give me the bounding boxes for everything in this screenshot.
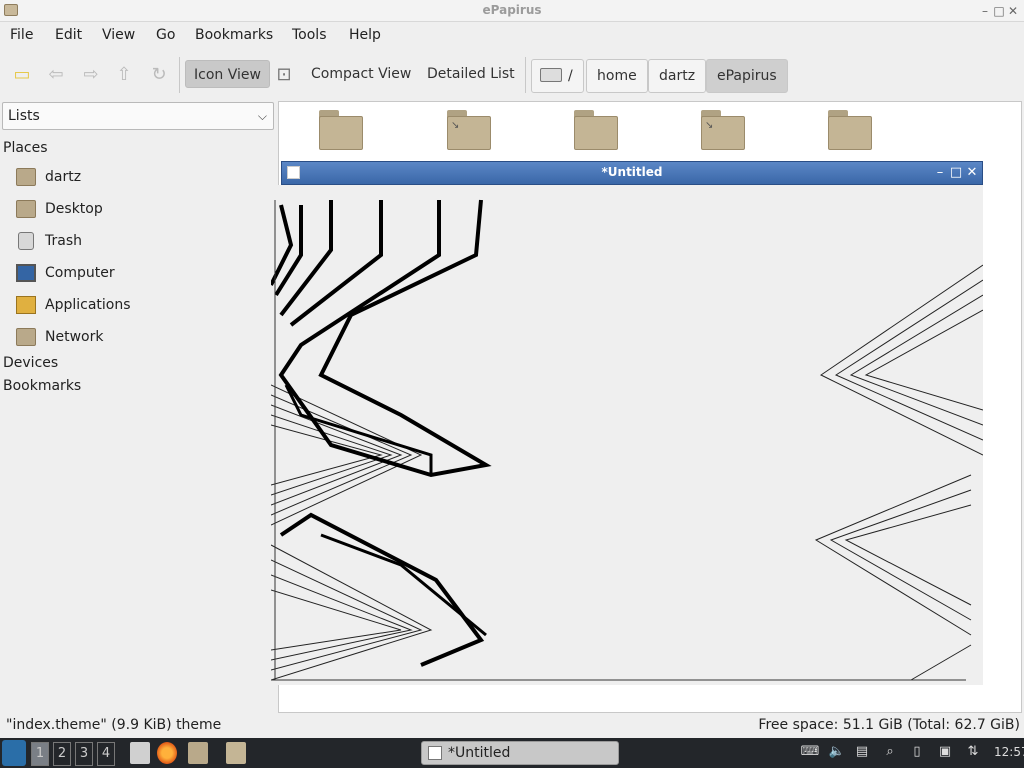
file-manager-icon[interactable] [188, 742, 208, 764]
folder-body [574, 116, 618, 150]
system-monitor-icon[interactable]: ▤ [852, 744, 872, 762]
folder-body [319, 116, 363, 150]
icon-view-button[interactable]: Icon View [185, 60, 270, 88]
untitled-window-titlebar[interactable]: *Untitled – □ ✕ [281, 161, 983, 185]
sidebar-item-label: dartz [45, 169, 82, 185]
devices-heading[interactable]: Devices [3, 355, 58, 371]
back-icon[interactable]: ⇦ [44, 64, 68, 86]
sidebar-item-label: Trash [45, 233, 82, 249]
detailed-list-button[interactable]: Detailed List [419, 60, 523, 88]
menubar: File Edit View Go Bookmarks Tools Help [0, 22, 1024, 50]
folder-link-icon[interactable]: ↘ [447, 110, 491, 150]
folder-icon[interactable] [319, 110, 363, 150]
folder-body: ↘ [701, 116, 745, 150]
menu-edit[interactable]: Edit [55, 27, 82, 43]
sidebar-select-value: Lists [8, 108, 40, 124]
home-folder-icon [16, 168, 36, 186]
workspace-3[interactable]: 3 [75, 742, 93, 766]
menu-go[interactable]: Go [156, 27, 175, 43]
firefox-icon[interactable] [157, 742, 177, 764]
sidebar-view-select[interactable]: Lists ⌵ [2, 102, 274, 130]
trash-icon [18, 232, 34, 250]
untitled-minimize-button[interactable]: – [932, 163, 948, 183]
bookmarks-heading[interactable]: Bookmarks [3, 378, 81, 394]
toolbar-separator [179, 57, 180, 93]
display-icon[interactable]: ▣ [935, 744, 955, 762]
folder-icon[interactable] [828, 110, 872, 150]
menu-bookmarks[interactable]: Bookmarks [195, 27, 273, 43]
workspace-2[interactable]: 2 [53, 742, 71, 766]
path-root-label: / [568, 68, 573, 84]
path-epapirus-button[interactable]: ePapirus [706, 59, 788, 93]
applications-icon [16, 296, 36, 314]
task-label: *Untitled [448, 745, 511, 761]
sidebar-item-label: Computer [45, 265, 115, 281]
clock: 12:57 [994, 745, 1024, 759]
menu-tools[interactable]: Tools [292, 27, 327, 43]
sidebar-item-desktop[interactable]: Desktop [16, 196, 266, 222]
path-home-button[interactable]: home [586, 59, 648, 93]
sidebar-item-network[interactable]: Network [16, 324, 266, 350]
sidebar-item-computer[interactable]: Computer [16, 260, 266, 286]
untitled-maximize-button[interactable]: □ [948, 163, 964, 183]
keyboard-icon[interactable]: ⌨ [800, 744, 820, 762]
desktop-folder-icon [16, 200, 36, 218]
sidebar-item-label: Network [45, 329, 104, 345]
sidebar-item-dartz[interactable]: dartz [16, 164, 266, 190]
compact-view-icon[interactable]: ⊡ [272, 64, 296, 86]
folder-icon[interactable] [574, 110, 618, 150]
network-folder-icon [16, 328, 36, 346]
close-button[interactable]: ✕ [1004, 2, 1022, 20]
up-icon[interactable]: ⇧ [112, 64, 136, 86]
computer-icon [16, 264, 36, 282]
terminal-icon[interactable] [130, 742, 150, 764]
workspace-1[interactable]: 1 [31, 742, 49, 766]
menu-file[interactable]: File [10, 27, 33, 43]
drive-icon [540, 68, 562, 82]
path-dartz-button[interactable]: dartz [648, 59, 707, 93]
forward-icon[interactable]: ⇨ [79, 64, 103, 86]
menu-help[interactable]: Help [349, 27, 381, 43]
chevron-down-icon: ⌵ [257, 109, 267, 123]
places-heading[interactable]: Places [3, 140, 48, 156]
untitled-close-button[interactable]: ✕ [964, 163, 980, 183]
reload-icon[interactable]: ↻ [147, 64, 171, 86]
folder-link-icon[interactable]: ↘ [701, 110, 745, 150]
status-selection-info: "index.theme" (9.9 KiB) theme [6, 717, 222, 733]
untitled-window-title: *Untitled [601, 165, 663, 179]
taskbar-untitled-task[interactable]: *Untitled [421, 741, 619, 765]
workspace-4[interactable]: 4 [97, 742, 115, 766]
window-titlebar: ePapirus – □ ✕ [0, 0, 1024, 22]
glitch-pattern-graphic [269, 199, 984, 681]
status-free-space: Free space: 51.1 GiB (Total: 62.7 GiB) [758, 717, 1020, 733]
network-icon[interactable]: ⇅ [963, 744, 983, 762]
sidebar-item-applications[interactable]: Applications [16, 292, 266, 318]
drawing-canvas[interactable] [269, 185, 984, 685]
folder-body [828, 116, 872, 150]
sidebar-item-label: Applications [45, 297, 131, 313]
path-root-button[interactable]: / [531, 59, 584, 93]
compact-view-button[interactable]: Compact View [303, 60, 419, 88]
toolbar-separator [525, 57, 526, 93]
window-title: ePapirus [482, 3, 542, 17]
folder-body: ↘ [447, 116, 491, 150]
paint-app-icon [428, 746, 442, 760]
sidebar-item-trash[interactable]: Trash [16, 228, 266, 254]
search-icon[interactable]: ⌕ [880, 744, 900, 762]
start-menu-icon[interactable] [2, 740, 26, 766]
sidebar-item-label: Desktop [45, 201, 103, 217]
new-folder-icon[interactable]: ▭ [10, 64, 34, 86]
menu-view[interactable]: View [102, 27, 135, 43]
symlink-arrow-icon: ↘ [705, 120, 714, 131]
symlink-arrow-icon: ↘ [451, 120, 460, 131]
volume-icon[interactable]: 🔈 [827, 744, 847, 762]
folder-launcher-icon[interactable] [226, 742, 246, 764]
clipboard-icon[interactable]: ▯ [907, 744, 927, 762]
